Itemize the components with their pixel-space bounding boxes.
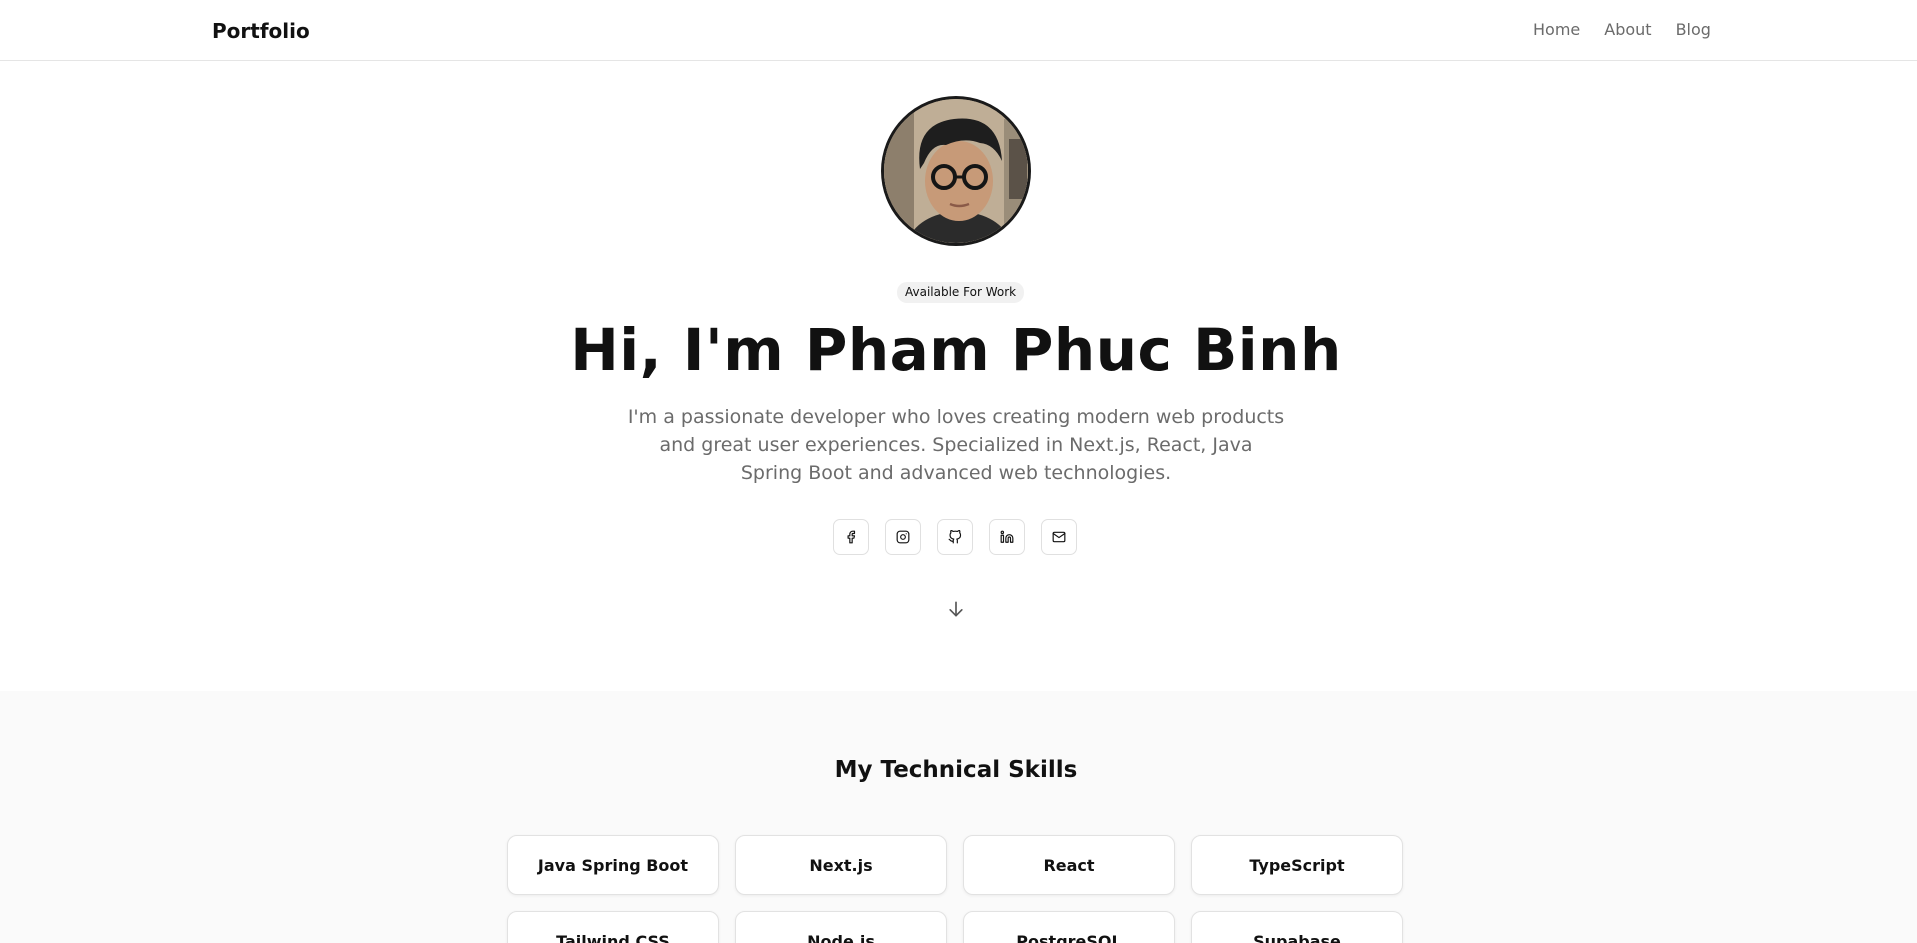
- skill-card: Tailwind CSS: [507, 911, 719, 943]
- brand-logo[interactable]: Portfolio: [212, 19, 310, 43]
- hero-description: I'm a passionate developer who loves cre…: [627, 406, 1285, 484]
- instagram-button[interactable]: [885, 519, 921, 555]
- skill-card: TypeScript: [1191, 835, 1403, 895]
- social-links: [833, 519, 1077, 555]
- skills-grid: Java Spring Boot Next.js React TypeScrip…: [507, 835, 1405, 943]
- hero-title: Hi, I'm Pham Phuc Binh: [570, 316, 1342, 384]
- mail-icon: [1052, 531, 1066, 543]
- facebook-button[interactable]: [833, 519, 869, 555]
- avatar-photo: [884, 99, 1028, 243]
- skill-card: Supabase: [1191, 911, 1403, 943]
- skill-card: Node.js: [735, 911, 947, 943]
- mail-button[interactable]: [1041, 519, 1077, 555]
- skills-section: My Technical Skills Java Spring Boot Nex…: [0, 691, 1917, 943]
- nav-link-home[interactable]: Home: [1533, 20, 1580, 39]
- skills-title: My Technical Skills: [834, 757, 1078, 783]
- linkedin-button[interactable]: [989, 519, 1025, 555]
- navbar: Portfolio Home About Blog: [0, 0, 1917, 61]
- github-icon: [948, 530, 962, 544]
- skill-card: PostgreSQL: [963, 911, 1175, 943]
- skill-card: Next.js: [735, 835, 947, 895]
- skill-card: Java Spring Boot: [507, 835, 719, 895]
- skill-card: React: [963, 835, 1175, 895]
- nav-link-blog[interactable]: Blog: [1676, 20, 1711, 39]
- avatar: [881, 96, 1031, 246]
- github-button[interactable]: [937, 519, 973, 555]
- arrow-down-icon[interactable]: [946, 598, 966, 620]
- instagram-icon: [896, 530, 910, 544]
- facebook-icon: [847, 530, 856, 544]
- status-badge: Available For Work: [897, 282, 1025, 303]
- main-nav: Home About Blog: [1533, 20, 1711, 39]
- linkedin-icon: [1000, 530, 1014, 543]
- nav-link-about[interactable]: About: [1604, 20, 1651, 39]
- page: Portfolio Home About Blog Available For …: [0, 0, 1917, 943]
